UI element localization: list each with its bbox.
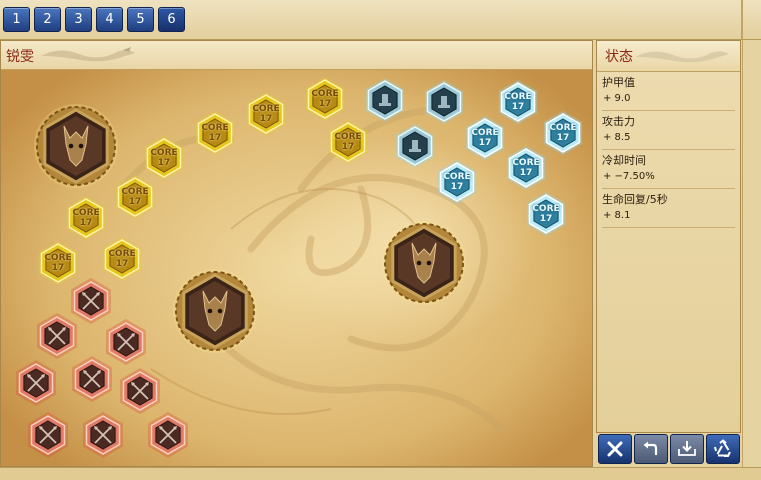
dragon-ornament-icon [41,47,135,62]
talent-node-gold[interactable]: CORE 17 [327,120,369,164]
talent-node-gold[interactable]: CORE 17 [245,92,287,136]
page-tab-2[interactable]: 2 [34,7,61,32]
talent-node-red[interactable] [105,319,147,365]
page-tab-6[interactable]: 6 [158,7,185,32]
core-hex-icon [38,241,78,285]
dragon-ornament-icon [635,51,729,63]
core-hex-icon [526,192,566,236]
undo-arrow-icon [643,441,658,455]
talent-node-gold[interactable]: CORE 17 [101,237,143,281]
core-hex-icon [66,196,106,240]
talent-node-blue[interactable]: CORE 17 [525,192,567,236]
clear-button[interactable] [598,434,632,464]
talent-node-red[interactable] [82,412,124,458]
page-tab-4[interactable]: 4 [96,7,123,32]
talent-tree-panel: 锐雯 CORE 17 CORE 17 CORE 17 CORE 17 CORE 17 CORE 17 C… [0,40,593,467]
keystone-node[interactable] [382,221,466,305]
tree-title: 锐雯 [6,49,34,65]
potion-hex-icon [424,80,464,124]
stat-cooldown: 冷却时间 + −7.50% [602,150,735,189]
talent-node-blue[interactable]: CORE 17 [436,160,478,204]
stat-health-regen: 生命回复/5秒 + 8.1 [602,189,735,228]
talent-node-gold[interactable]: CORE 17 [65,196,107,240]
keystone-node[interactable] [34,104,118,188]
talent-node-locked[interactable] [423,80,465,124]
core-hex-icon [144,136,184,180]
stat-name: 护甲值 [602,76,635,89]
talent-tree-area: CORE 17 CORE 17 CORE 17 CORE 17 CORE 17 CORE 17 CORE… [1,69,592,466]
talent-node-red[interactable] [119,368,161,414]
core-hex-icon [437,160,477,204]
keystone-node[interactable] [173,269,257,353]
crossed-arrows-icon [72,356,112,402]
crossed-arrows-icon [37,313,77,359]
core-hex-icon [115,175,155,219]
page-tabs: 1 2 3 4 5 6 [3,7,185,32]
page-tab-1[interactable]: 1 [3,7,30,32]
page-tab-5[interactable]: 5 [127,7,154,32]
undo-button[interactable] [634,434,668,464]
talent-node-red[interactable] [36,313,78,359]
talent-node-blue[interactable]: CORE 17 [505,146,547,190]
core-hex-icon [195,111,235,155]
action-bar [596,434,741,466]
tree-header: 锐雯 [1,41,592,70]
core-hex-icon [305,77,345,121]
stats-header: 状态 [597,41,740,72]
stat-value: + −7.50% [603,171,655,182]
save-button[interactable] [670,434,704,464]
core-hex-icon [543,111,583,155]
stat-value: + 8.5 [603,132,631,143]
talent-node-locked[interactable] [364,78,406,122]
stats-panel: 状态 护甲值 + 9.0 攻击力 + 8.5 冷却时间 + −7.50% 生命回… [596,40,741,433]
frame-edge [742,40,761,467]
recycle-icon [714,439,731,457]
core-hex-icon [328,120,368,164]
dragon-face-icon [34,104,118,188]
talent-node-gold[interactable]: CORE 17 [114,175,156,219]
crossed-arrows-icon [16,360,56,406]
talent-node-gold[interactable]: CORE 17 [37,241,79,285]
talent-node-gold[interactable]: CORE 17 [143,136,185,180]
stat-name: 攻击力 [602,115,635,128]
stats-title: 状态 [605,49,633,65]
potion-hex-icon [395,124,435,168]
crossed-arrows-icon [83,412,123,458]
stat-name: 冷却时间 [602,154,646,167]
crossed-arrows-icon [120,368,160,414]
top-bar: 1 2 3 4 5 6 [0,0,761,40]
core-hex-icon [506,146,546,190]
dragon-face-icon [382,221,466,305]
frame-bottom [0,467,761,480]
stat-value: + 8.1 [603,210,631,221]
core-hex-icon [465,116,505,160]
reset-button[interactable] [706,434,740,464]
crossed-arrows-icon [106,319,146,365]
talent-node-gold[interactable]: CORE 17 [194,111,236,155]
talent-node-gold[interactable]: CORE 17 [304,77,346,121]
talent-node-blue[interactable]: CORE 17 [542,111,584,155]
potion-hex-icon [365,78,405,122]
stat-attack-damage: 攻击力 + 8.5 [602,111,735,150]
download-tray-icon [678,441,696,456]
talent-node-red[interactable] [147,412,189,458]
crossed-arrows-icon [28,412,68,458]
frame-edge [741,0,761,39]
stat-armor: 护甲值 + 9.0 [602,72,735,111]
talent-node-red[interactable] [15,360,57,406]
dragon-face-icon [173,269,257,353]
talent-node-red[interactable] [71,356,113,402]
talent-node-red[interactable] [27,412,69,458]
talent-node-blue[interactable]: CORE 17 [464,116,506,160]
crossed-arrows-icon [148,412,188,458]
core-hex-icon [102,237,142,281]
stat-value: + 9.0 [603,93,631,104]
core-hex-icon [246,92,286,136]
x-icon [607,441,623,457]
talent-node-locked[interactable] [394,124,436,168]
page-tab-3[interactable]: 3 [65,7,92,32]
stat-name: 生命回复/5秒 [602,193,668,206]
